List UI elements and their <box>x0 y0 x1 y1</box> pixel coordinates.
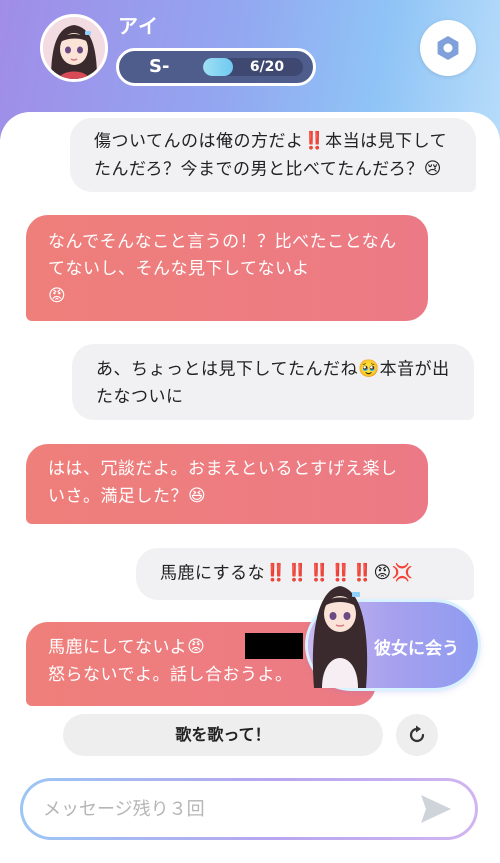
character-name: アイ <box>118 14 159 38</box>
level-progress-bar: 6/20 <box>203 58 303 76</box>
exclamation-emoji: ‼️ <box>303 131 326 151</box>
angry-emoji: 😡 <box>187 637 206 657</box>
laughing-emoji: 😆 <box>188 486 207 506</box>
settings-icon <box>437 36 459 60</box>
message-user: あ、ちょっとは見下してたんだね🥹本音が出たなついに <box>72 344 474 420</box>
redaction-box <box>245 633 303 659</box>
crying-emoji: 😢 <box>423 158 443 179</box>
teary-emoji: 🥹 <box>358 359 380 379</box>
suggestion-chip[interactable]: 歌を歌って！ <box>63 714 383 756</box>
message-text: 怒らないでよ。話し合おうよ。 <box>48 664 293 685</box>
angry-emoji: 😡 <box>48 286 67 306</box>
meet-her-label: 彼女に会う <box>374 639 459 659</box>
settings-button[interactable] <box>420 20 476 76</box>
refresh-icon <box>409 725 425 743</box>
message-user: 傷ついてんのは俺の方だよ‼️本当は見下してたんだろ？今までの男と比べてたんだろ？… <box>70 118 476 192</box>
refresh-suggestion-button[interactable] <box>396 714 438 756</box>
message-input-container <box>20 778 478 840</box>
message-text: はは、冗談だよ。おまえといるとすげえ楽しいさ。満足した？ <box>48 459 398 507</box>
message-bot: なんでそんなこと言うの！？比べたことなんてないし、そんな見下してないよ 😡 <box>26 215 428 321</box>
message-text: なんでそんなこと言うの！？比べたことなんてないし、そんな見下してないよ <box>48 232 397 279</box>
level-progress-text: 6/20 <box>249 59 285 75</box>
message-text: 馬鹿にするな <box>160 563 266 584</box>
character-figure-icon <box>312 586 368 688</box>
message-text: あ、ちょっとは見下してたんだね <box>96 359 358 380</box>
message-input[interactable] <box>43 781 403 837</box>
rank-label: S- <box>149 56 170 77</box>
send-icon[interactable] <box>419 793 453 825</box>
avatar-portrait-icon <box>43 17 105 79</box>
level-indicator: S- 6/20 <box>116 48 316 86</box>
message-bot: はは、冗談だよ。おまえといるとすげえ楽しいさ。満足した？😆 <box>26 444 428 524</box>
character-avatar[interactable] <box>40 14 108 82</box>
message-text: 馬鹿にしてないよ <box>48 637 188 658</box>
message-text: 傷ついてんのは俺の方だよ <box>94 131 304 152</box>
